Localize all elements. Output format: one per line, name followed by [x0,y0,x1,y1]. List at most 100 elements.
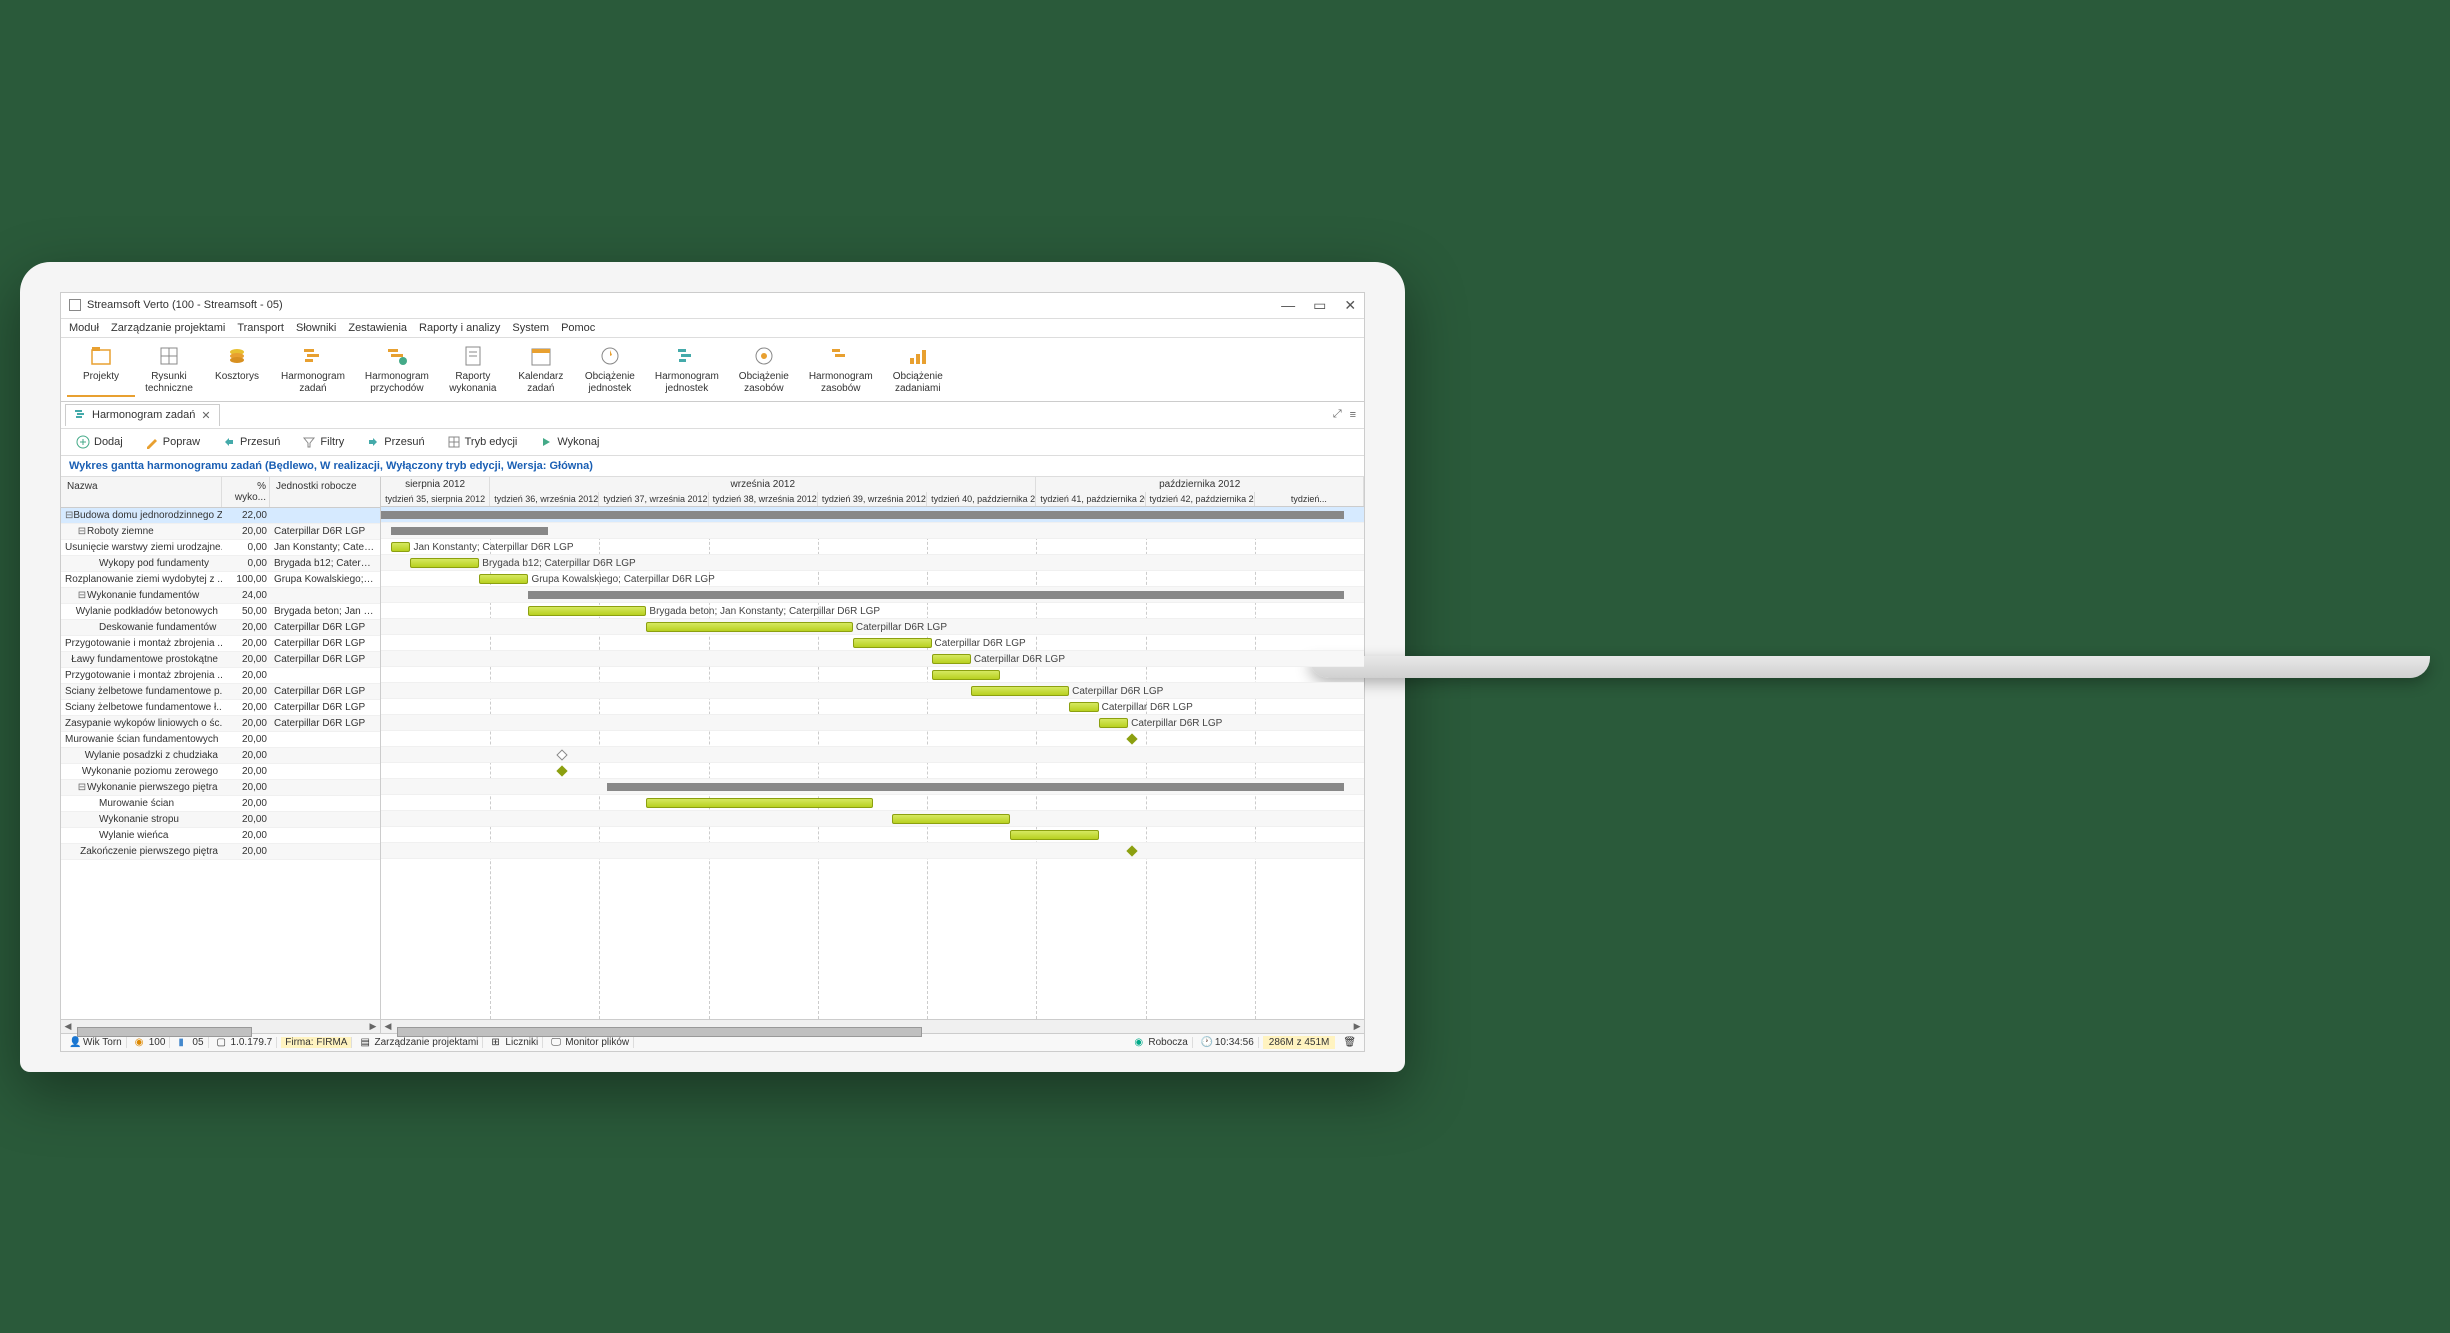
menu-pomoc[interactable]: Pomoc [561,322,595,334]
milestone[interactable] [556,765,567,776]
ribbon-gantt2[interactable]: Harmonogramprzychodów [355,342,439,397]
ribbon-projects[interactable]: Projekty [67,342,135,397]
milestone[interactable] [556,749,567,760]
task-row[interactable]: Wylanie wieńca20,00 [61,828,380,844]
task-row[interactable]: Murowanie ścian fundamentowych20,00 [61,732,380,748]
collapse-icon[interactable]: ⊟ [77,590,87,601]
scroll-right-icon[interactable]: ▶ [366,1021,380,1032]
ribbon-gantt[interactable]: Harmonogramzadań [271,342,355,397]
toolbar-pencil-button[interactable]: Popraw [136,432,209,452]
task-row[interactable]: Ławy fundamentowe prostokątne20,00Caterp… [61,652,380,668]
task-bar[interactable]: Caterpillar D6R LGP [932,654,971,664]
trash-icon[interactable]: 🗑 [1343,1037,1356,1048]
ribbon-coins[interactable]: Kosztorys [203,342,271,397]
task-row[interactable]: ⊟Budowa domu jednorodzinnego Z...22,00 [61,508,380,524]
task-row[interactable]: Wylanie posadzki z chudziaka20,00 [61,748,380,764]
menu-raporty-i-analizy[interactable]: Raporty i analizy [419,322,500,334]
milestone[interactable] [1126,733,1137,744]
tab-expand-icon[interactable]: ⤢ [1329,406,1346,423]
bar-label: Caterpillar D6R LGP [970,654,1065,665]
collapse-icon[interactable]: ⊟ [65,510,73,521]
task-row[interactable]: Wykonanie poziomu zerowego20,00 [61,764,380,780]
task-row[interactable]: ⊟Wykonanie pierwszego piętra20,00 [61,780,380,796]
task-row[interactable]: Rozplanowanie ziemi wydobytej z ...100,0… [61,572,380,588]
collapse-icon[interactable]: ⊟ [77,526,87,537]
status-mode: Robocza [1148,1037,1187,1048]
task-bar[interactable] [646,798,872,808]
ribbon-load3[interactable]: Obciążeniezadaniami [883,342,953,397]
scroll-left-icon[interactable]: ◀ [61,1021,75,1032]
bar-label: Grupa Kowalskiego; Caterpillar D6R LGP [527,574,714,585]
tab-close-icon[interactable]: ✕ [201,409,210,422]
scroll-left-icon[interactable]: ◀ [381,1021,395,1032]
ribbon-drawings[interactable]: Rysunkitechniczne [135,342,203,397]
status-counters-button[interactable]: ⊞Liczniki [487,1037,543,1048]
menu-transport[interactable]: Transport [237,322,284,334]
summary-bar[interactable] [607,783,1344,791]
menu-system[interactable]: System [512,322,549,334]
task-bar[interactable]: Caterpillar D6R LGP [1069,702,1098,712]
task-bar[interactable]: Brygada beton; Jan Konstanty; Caterpilla… [528,606,646,616]
col-unit-header[interactable]: Jednostki robocze [270,477,380,507]
ribbon-sched[interactable]: Harmonogramjednostek [645,342,729,397]
tab-menu-icon[interactable]: ≡ [1346,407,1360,423]
summary-bar[interactable] [381,511,1344,519]
ribbon-load2[interactable]: Obciążeniezasobów [729,342,799,397]
status-n1: 100 [149,1037,166,1048]
milestone[interactable] [1126,845,1137,856]
task-bar[interactable]: Brygada b12; Caterpillar D6R LGP [410,558,479,568]
menu-zestawienia[interactable]: Zestawienia [348,322,407,334]
task-bar[interactable]: Grupa Kowalskiego; Caterpillar D6R LGP [479,574,528,584]
toolbar-play-button[interactable]: Wykonaj [530,432,608,452]
ribbon-calendar[interactable]: Kalendarzzadań [507,342,575,397]
task-bar[interactable]: Jan Konstanty; Caterpillar D6R LGP [391,542,411,552]
task-row[interactable]: Wykonanie stropu20,00 [61,812,380,828]
scroll-right-icon[interactable]: ▶ [1350,1021,1364,1032]
task-row[interactable]: ⊟Roboty ziemne20,00Caterpillar D6R LGP [61,524,380,540]
task-bar[interactable]: Caterpillar D6R LGP [646,622,852,632]
toolbar-plus-button[interactable]: Dodaj [67,432,132,452]
task-bar[interactable]: Caterpillar D6R LGP [971,686,1069,696]
task-row[interactable]: Usunięcie warstwy ziemi urodzajne...0,00… [61,540,380,556]
task-row[interactable]: Ściany żelbetowe fundamentowe ł...20,00C… [61,700,380,716]
close-button[interactable]: ✕ [1344,297,1356,314]
task-bar[interactable] [932,670,1001,680]
summary-bar[interactable] [528,591,1344,599]
task-bar[interactable] [1010,830,1098,840]
task-bar[interactable]: Caterpillar D6R LGP [1099,718,1128,728]
ribbon-load[interactable]: Obciążeniejednostek [575,342,645,397]
task-row[interactable]: Zakończenie pierwszego piętra20,00 [61,844,380,860]
task-row[interactable]: Przygotowanie i montaż zbrojenia ...20,0… [61,636,380,652]
toolbar-grid-button[interactable]: Tryb edycji [438,432,527,452]
task-row[interactable]: Deskowanie fundamentów20,00Caterpillar D… [61,620,380,636]
window-title: Streamsoft Verto (100 - Streamsoft - 05) [87,299,1281,311]
ribbon-report[interactable]: Raportywykonania [439,342,507,397]
task-row[interactable]: Zasypanie wykopów liniowych o śc...20,00… [61,716,380,732]
ribbon-sched2[interactable]: Harmonogramzasobów [799,342,883,397]
menu-modu-[interactable]: Moduł [69,322,99,334]
task-row[interactable]: Przygotowanie i montaż zbrojenia ...20,0… [61,668,380,684]
toolbar-move-button[interactable]: Przesuń [213,432,289,452]
gantt-row [381,763,1364,779]
task-row[interactable]: ⊟Wykonanie fundamentów24,00 [61,588,380,604]
collapse-icon[interactable]: ⊟ [77,782,87,793]
week-header: tydzień 37, września 2012 [599,492,708,506]
task-row[interactable]: Wykopy pod fundamenty0,00Brygada b12; Ca… [61,556,380,572]
task-bar[interactable]: Caterpillar D6R LGP [853,638,932,648]
col-name-header[interactable]: Nazwa [61,477,222,507]
task-row[interactable]: Ściany żelbetowe fundamentowe p...20,00C… [61,684,380,700]
col-pct-header[interactable]: % wyko... [222,477,270,507]
task-bar[interactable] [892,814,1010,824]
menu-zarz-dzanie-projektami[interactable]: Zarządzanie projektami [111,322,225,334]
maximize-button[interactable]: ▭ [1313,297,1326,314]
task-row[interactable]: Wylanie podkładów betonowych50,00Brygada… [61,604,380,620]
gantt-body[interactable]: Jan Konstanty; Caterpillar D6R LGP Brygad… [381,507,1364,1019]
toolbar-funnel-button[interactable]: Filtry [293,432,353,452]
menu-s-owniki[interactable]: Słowniki [296,322,336,334]
tab-harmonogram[interactable]: Harmonogram zadań ✕ [65,404,220,426]
minimize-button[interactable]: — [1281,297,1295,314]
task-row[interactable]: Murowanie ścian20,00 [61,796,380,812]
toolbar-move2-button[interactable]: Przesuń [357,432,433,452]
summary-bar[interactable] [391,527,548,535]
status-monitor-button[interactable]: 🖵Monitor plików [547,1037,634,1048]
